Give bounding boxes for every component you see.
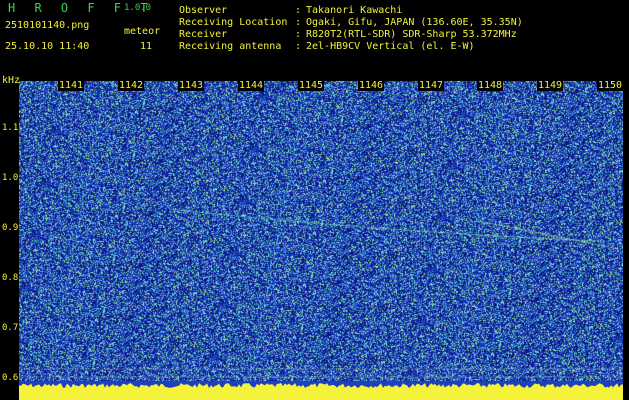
antenna-label: Receiving antenna — [179, 41, 282, 52]
y-tick-label: 1.1 — [2, 123, 19, 133]
x-tick-label: 1149 — [537, 80, 564, 91]
x-tick-label: 1148 — [477, 80, 504, 91]
receiver-colon: : — [295, 29, 302, 40]
noise-floor-bar — [19, 381, 623, 400]
observation-timestamp: 25.10.10 11:40 — [5, 41, 90, 52]
antenna-colon: : — [295, 41, 302, 52]
header-panel: H R O F F T 1.0.0 2510101140.png meteor … — [0, 0, 629, 74]
meteor-label: meteor — [124, 26, 161, 37]
x-tick-label: 1143 — [178, 80, 205, 91]
y-tick-label: 0.9 — [2, 223, 19, 233]
app-version: 1.0.0 — [124, 3, 152, 13]
antenna-value: 2el-HB9CV Vertical (el. E-W) — [306, 41, 475, 52]
receiver-label: Receiver — [179, 29, 228, 40]
x-tick-label: 1142 — [118, 80, 145, 91]
y-tick-label: 0.8 — [2, 273, 19, 283]
y-tick-label: 0.7 — [2, 323, 19, 333]
x-tick-label: 1146 — [358, 80, 385, 91]
spectrogram-canvas — [19, 81, 623, 381]
image-filename: 2510101140.png — [5, 20, 90, 31]
location-value: Ogaki, Gifu, JAPAN (136.60E, 35.35N) — [306, 17, 523, 28]
x-tick-label: 1145 — [298, 80, 325, 91]
x-tick-label: 1144 — [238, 80, 265, 91]
observer-value: Takanori Kawachi — [306, 5, 403, 16]
observer-colon: : — [295, 5, 302, 16]
right-margin — [623, 81, 629, 400]
location-label: Receiving Location — [179, 17, 288, 28]
x-tick-label: 1150 — [597, 80, 624, 91]
location-colon: : — [295, 17, 302, 28]
frequency-axis: 1.1 1.0 0.9 0.8 0.7 0.6 — [0, 81, 19, 400]
x-tick-label: 1147 — [418, 80, 445, 91]
receiver-value: R820T2(RTL-SDR) SDR-Sharp 53.372MHz — [306, 29, 517, 40]
corner-block — [0, 381, 19, 400]
y-tick-label: 1.0 — [2, 173, 19, 183]
meteor-count: 11 — [140, 41, 153, 52]
observer-label: Observer — [179, 5, 228, 16]
x-tick-label: 1141 — [58, 80, 85, 91]
